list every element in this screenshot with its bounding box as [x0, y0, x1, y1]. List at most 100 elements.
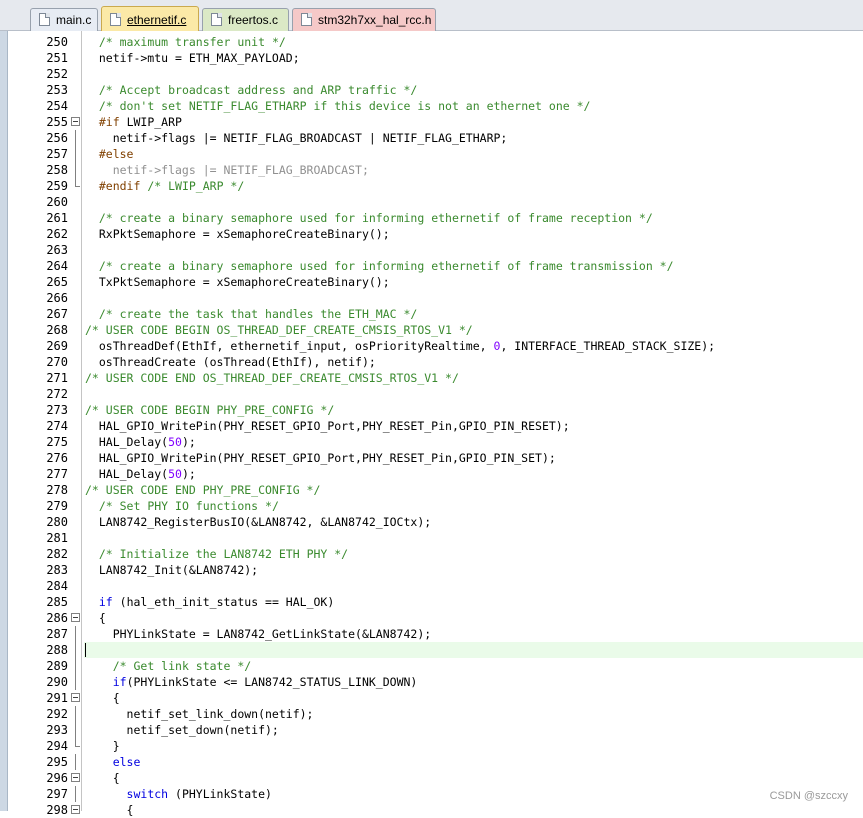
line-number: 274 [46, 419, 68, 433]
code-line[interactable]: 251 netif->mtu = ETH_MAX_PAYLOAD; [0, 50, 863, 66]
code-line[interactable]: 291 { [0, 690, 863, 706]
line-code: HAL_GPIO_WritePin(PHY_RESET_GPIO_Port,PH… [85, 450, 556, 466]
line-code: if (hal_eth_init_status == HAL_OK) [85, 594, 334, 610]
code-line[interactable]: 287 PHYLinkState = LAN8742_GetLinkState(… [0, 626, 863, 642]
code-line[interactable]: 283 LAN8742_Init(&LAN8742); [0, 562, 863, 578]
tab-main-c[interactable]: main.c [30, 8, 98, 31]
code-token: /* USER CODE BEGIN PHY_PRE_CONFIG */ [85, 403, 335, 417]
line-code: /* create the task that handles the ETH_… [85, 306, 418, 322]
code-editor[interactable]: 250 /* maximum transfer unit */251 netif… [0, 34, 863, 818]
code-line[interactable]: 290 if(PHYLinkState <= LAN8742_STATUS_LI… [0, 674, 863, 690]
fold-collapse-icon[interactable] [71, 610, 81, 626]
code-line[interactable]: 292 netif_set_link_down(netif); [0, 706, 863, 722]
code-line[interactable]: 261 /* create a binary semaphore used fo… [0, 210, 863, 226]
code-line[interactable]: 289 /* Get link state */ [0, 658, 863, 674]
code-line[interactable]: 266 [0, 290, 863, 306]
line-code: /* don't set NETIF_FLAG_ETHARP if this d… [85, 98, 591, 114]
code-line[interactable]: 279 /* Set PHY IO functions */ [0, 498, 863, 514]
line-code: switch (PHYLinkState) [85, 786, 272, 802]
code-line[interactable]: 282 /* Initialize the LAN8742 ETH PHY */ [0, 546, 863, 562]
code-line[interactable]: 250 /* maximum transfer unit */ [0, 34, 863, 50]
tab-freertos-c[interactable]: freertos.c [202, 8, 289, 31]
code-line[interactable]: 252 [0, 66, 863, 82]
code-line[interactable]: 288 [0, 642, 863, 658]
code-line[interactable]: 272 [0, 386, 863, 402]
line-code: osThreadCreate (osThread(EthIf), netif); [85, 354, 376, 370]
code-line[interactable]: 281 [0, 530, 863, 546]
fold-guide [71, 706, 81, 722]
fold-collapse-icon[interactable] [71, 690, 81, 706]
code-line[interactable]: 275 HAL_Delay(50); [0, 434, 863, 450]
code-line[interactable]: 270 osThreadCreate (osThread(EthIf), net… [0, 354, 863, 370]
line-number: 255 [46, 115, 68, 129]
code-line[interactable]: 274 HAL_GPIO_WritePin(PHY_RESET_GPIO_Por… [0, 418, 863, 434]
line-number: 270 [46, 355, 68, 369]
fold-collapse-icon[interactable] [71, 802, 81, 818]
code-token: /* USER CODE END PHY_PRE_CONFIG */ [85, 483, 321, 497]
code-line[interactable]: 271 /* USER CODE END OS_THREAD_DEF_CREATE… [0, 370, 863, 386]
code-line[interactable]: 267 /* create the task that handles the … [0, 306, 863, 322]
line-number: 271 [46, 371, 68, 385]
fold-collapse-icon[interactable] [71, 114, 81, 130]
line-code: /* Accept broadcast address and ARP traf… [85, 82, 418, 98]
code-token: ); [181, 467, 196, 481]
code-line[interactable]: 293 netif_set_down(netif); [0, 722, 863, 738]
line-code: /* Set PHY IO functions */ [85, 498, 279, 514]
fold-guide [71, 658, 81, 674]
code-line[interactable]: 253 /* Accept broadcast address and ARP … [0, 82, 863, 98]
code-token: /* maximum transfer unit */ [98, 35, 286, 49]
line-number: 259 [46, 179, 68, 193]
code-line[interactable]: 286 { [0, 610, 863, 626]
code-line[interactable]: 278 /* USER CODE END PHY_PRE_CONFIG */ [0, 482, 863, 498]
code-line[interactable]: 265 TxPktSemaphore = xSemaphoreCreateBin… [0, 274, 863, 290]
code-token: osThreadCreate (osThread(EthIf), netif); [85, 355, 376, 369]
code-token: netif_set_down(netif); [85, 723, 279, 737]
code-line[interactable]: 284 [0, 578, 863, 594]
code-line[interactable]: 254 /* don't set NETIF_FLAG_ETHARP if th… [0, 98, 863, 114]
code-line[interactable]: 269 osThreadDef(EthIf, ethernetif_input,… [0, 338, 863, 354]
code-line[interactable]: 257 #else [0, 146, 863, 162]
code-line[interactable]: 260 [0, 194, 863, 210]
code-line[interactable]: 256 netif->flags |= NETIF_FLAG_BROADCAST… [0, 130, 863, 146]
code-line[interactable]: 280 LAN8742_RegisterBusIO(&LAN8742, &LAN… [0, 514, 863, 530]
code-line[interactable]: 297 switch (PHYLinkState) [0, 786, 863, 802]
code-token: netif_set_link_down(netif); [85, 707, 314, 721]
code-line[interactable]: 263 [0, 242, 863, 258]
line-code: RxPktSemaphore = xSemaphoreCreateBinary(… [85, 226, 390, 242]
code-token: HAL_Delay( [85, 467, 169, 481]
fold-collapse-icon[interactable] [71, 770, 81, 786]
code-line[interactable]: 268 /* USER CODE BEGIN OS_THREAD_DEF_CREA… [0, 322, 863, 338]
line-code: LAN8742_Init(&LAN8742); [85, 562, 258, 578]
code-token: { [85, 771, 120, 785]
code-token: /* Get link state */ [112, 659, 252, 673]
code-line[interactable]: 295 else [0, 754, 863, 770]
line-code: /* USER CODE END PHY_PRE_CONFIG */ [85, 482, 320, 498]
code-line[interactable]: 285 if (hal_eth_init_status == HAL_OK) [0, 594, 863, 610]
code-line[interactable]: 258 netif->flags |= NETIF_FLAG_BROADCAST… [0, 162, 863, 178]
code-token: LAN8742_RegisterBusIO(&LAN8742, &LAN8742… [85, 515, 432, 529]
tab-stm32h7xx-hal-rcc-h[interactable]: stm32h7xx_hal_rcc.h [292, 8, 436, 31]
text-cursor [85, 643, 86, 657]
code-line[interactable]: 262 RxPktSemaphore = xSemaphoreCreateBin… [0, 226, 863, 242]
line-number: 265 [46, 275, 68, 289]
line-number: 257 [46, 147, 68, 161]
tab-ethernetif-c[interactable]: ethernetif.c [101, 6, 199, 31]
tab-label: ethernetif.c [127, 13, 187, 27]
file-icon [301, 13, 312, 26]
code-token: #else [98, 147, 134, 161]
line-code: /* USER CODE BEGIN OS_THREAD_DEF_CREATE_… [85, 322, 473, 338]
code-line[interactable]: 294 } [0, 738, 863, 754]
code-line[interactable]: 276 HAL_GPIO_WritePin(PHY_RESET_GPIO_Por… [0, 450, 863, 466]
code-line[interactable]: 259 #endif /* LWIP_ARP */ [0, 178, 863, 194]
code-token: (PHYLinkState <= LAN8742_STATUS_LINK_DOW… [126, 675, 418, 689]
code-line[interactable]: 255 #if LWIP_ARP [0, 114, 863, 130]
code-line[interactable]: 277 HAL_Delay(50); [0, 466, 863, 482]
code-line[interactable]: 296 { [0, 770, 863, 786]
file-icon [110, 13, 121, 26]
code-line[interactable]: 264 /* create a binary semaphore used fo… [0, 258, 863, 274]
line-code: /* create a binary semaphore used for in… [85, 258, 674, 274]
code-line[interactable]: 273 /* USER CODE BEGIN PHY_PRE_CONFIG */ [0, 402, 863, 418]
code-line[interactable]: 298 { [0, 802, 863, 818]
